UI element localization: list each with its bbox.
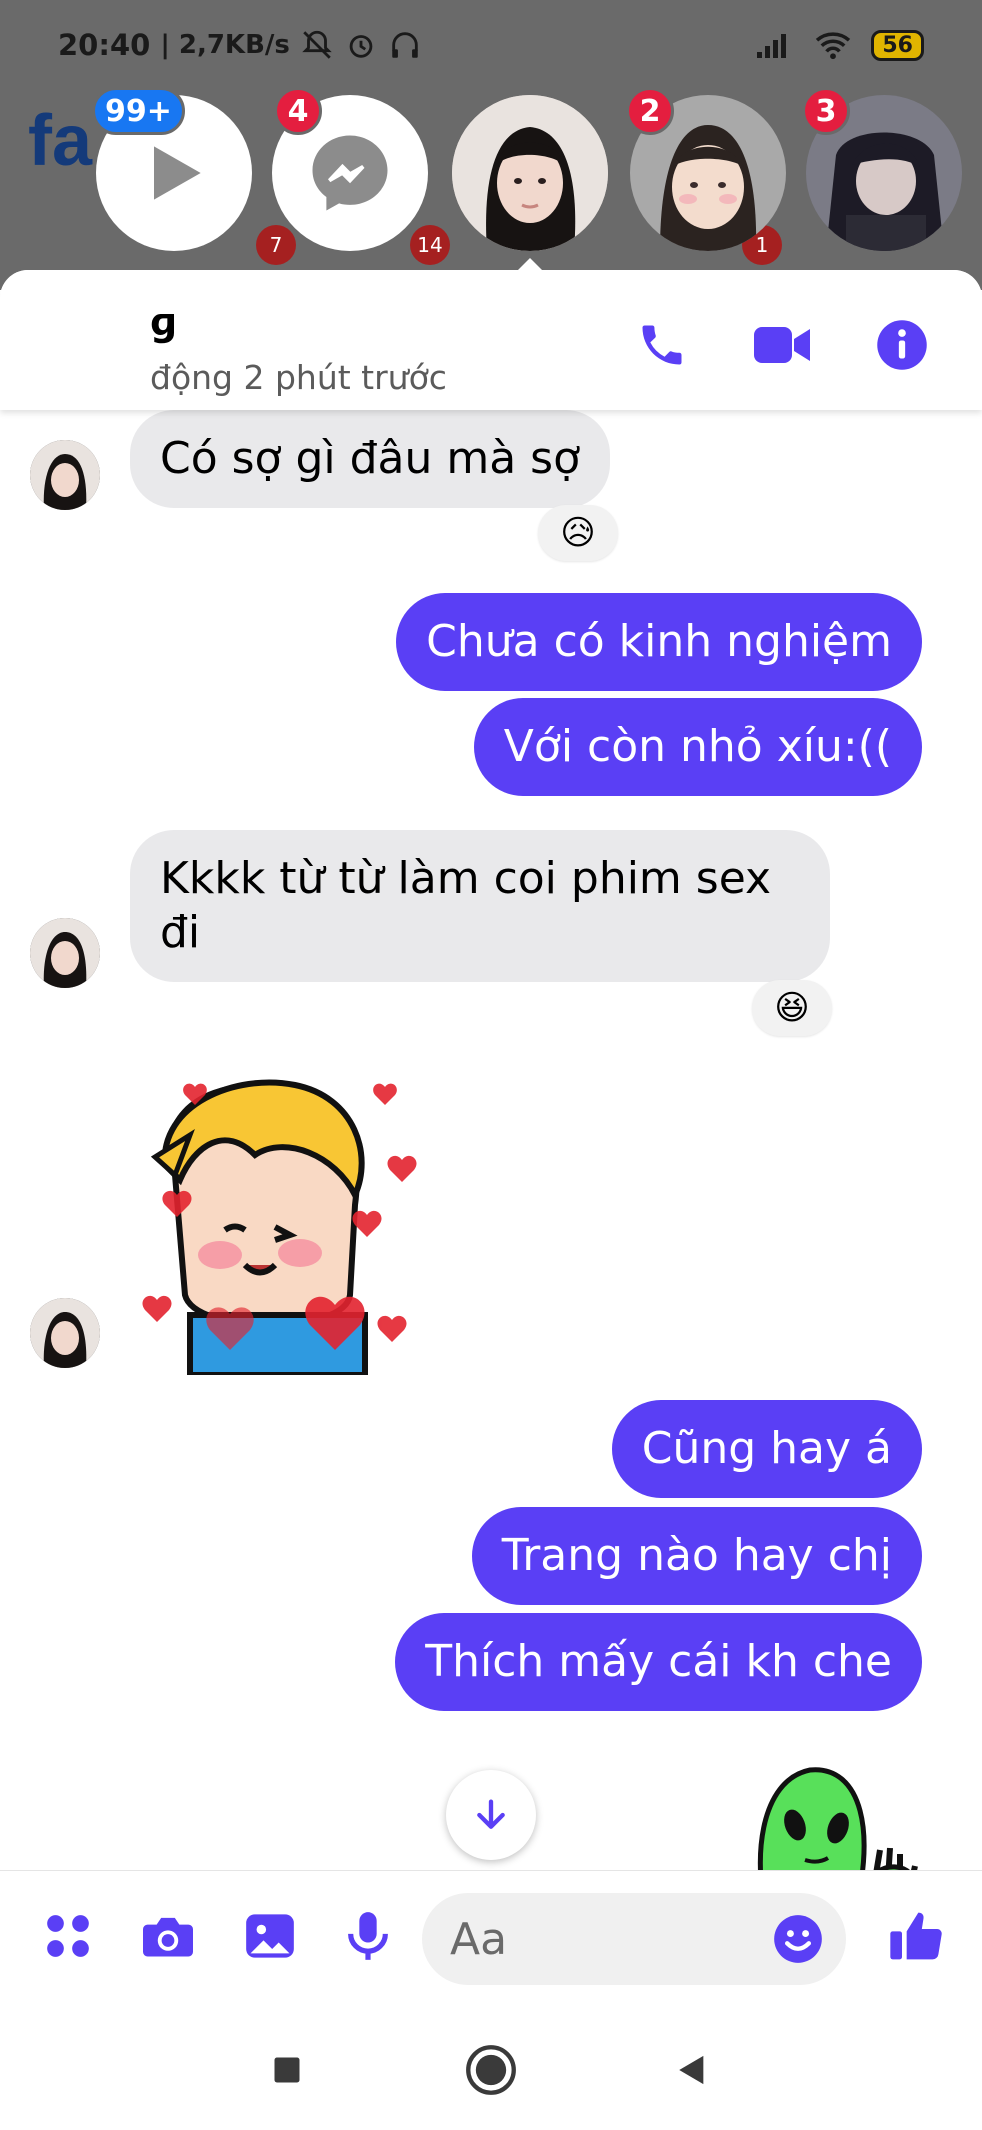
arrow-down-icon (477, 1799, 505, 1829)
video-icon[interactable] (752, 315, 812, 375)
messenger-icon (312, 135, 388, 211)
like-icon[interactable] (884, 1904, 948, 1968)
chat-head-badge: 2 (626, 87, 674, 135)
message-list[interactable]: Có sợ gì đâu mà sợ 😥 Chưa có kinh nghiệm… (0, 410, 982, 1880)
chat-head-badge: 3 (802, 87, 850, 135)
status-speed: | 2,7KB/s (160, 30, 290, 60)
sender-avatar[interactable] (30, 918, 100, 988)
back-button[interactable] (662, 2040, 722, 2100)
chat-head-video[interactable]: 99+ (92, 87, 252, 251)
emoji-icon[interactable] (768, 1909, 828, 1969)
scroll-to-bottom-button[interactable] (446, 1770, 536, 1860)
message-bubble-incoming[interactable]: Có sợ gì đâu mà sợ (130, 410, 611, 508)
message-bubble-outgoing[interactable]: Với còn nhỏ xíu:(( (473, 698, 922, 796)
info-icon[interactable] (872, 315, 932, 375)
home-button[interactable] (461, 2040, 521, 2100)
recents-button[interactable] (257, 2040, 317, 2100)
chat-head-messenger[interactable]: 4 (272, 87, 428, 251)
chat-head-user2[interactable]: 2 (626, 87, 786, 251)
apps-icon[interactable] (36, 1904, 100, 1968)
phone-icon[interactable] (632, 315, 692, 375)
facebook-logo: fa (28, 101, 93, 181)
sticker-green-alien[interactable] (740, 1740, 920, 1880)
chat-panel: ɡ động 2 phút trước Có sợ gì đâu mà sợ 😥… (0, 270, 982, 2010)
system-nav-bar (0, 2010, 982, 2130)
reaction-badge[interactable]: 😥 (538, 505, 618, 561)
gallery-icon[interactable] (238, 1904, 302, 1968)
message-bubble-outgoing[interactable]: Thích mấy cái kh che (395, 1613, 922, 1711)
chat-head-badge: 4 (274, 87, 322, 135)
signal-icon (757, 34, 787, 58)
mute-icon (302, 30, 332, 59)
message-input-box (422, 1893, 846, 1985)
mic-icon[interactable] (336, 1904, 400, 1968)
message-composer (0, 1870, 982, 2000)
chat-head-badge: 99+ (92, 87, 185, 135)
screen: 20:40 | 2,7KB/s 56 fa 7 14 1 99+ 4 2 3 ɡ… (0, 0, 982, 2130)
contact-name[interactable]: ɡ (150, 300, 177, 344)
status-time: 20:40 (58, 28, 151, 62)
message-input[interactable] (450, 1909, 750, 1969)
message-bubble-incoming[interactable]: Kkkk từ từ làm coi phim sex đi (130, 830, 830, 982)
play-icon (154, 146, 201, 200)
message-bubble-outgoing[interactable]: Trang nào hay chị (471, 1507, 922, 1605)
battery-indicator: 56 (871, 29, 924, 61)
chat-head-user3[interactable]: 3 (802, 87, 962, 251)
sender-avatar[interactable] (30, 1298, 100, 1368)
active-status: động 2 phút trước (150, 358, 447, 397)
headphones-icon (392, 32, 418, 58)
status-bar: 20:40 | 2,7KB/s 56 (0, 0, 982, 90)
sticker-boy-hearts[interactable] (135, 1065, 425, 1378)
message-bubble-outgoing[interactable]: Cũng hay á (611, 1400, 922, 1498)
message-bubble-outgoing[interactable]: Chưa có kinh nghiệm (396, 593, 922, 691)
wifi-icon (816, 32, 851, 60)
chat-header: ɡ động 2 phút trước (0, 270, 982, 410)
chat-head-active[interactable] (452, 95, 608, 251)
background-badge: 7 (256, 225, 296, 265)
camera-icon[interactable] (136, 1904, 200, 1968)
reaction-badge[interactable]: 😆 (752, 980, 832, 1036)
background-badge: 14 (410, 225, 450, 265)
sender-avatar[interactable] (30, 440, 100, 510)
avatar (452, 95, 608, 251)
alarm-icon (349, 35, 373, 58)
